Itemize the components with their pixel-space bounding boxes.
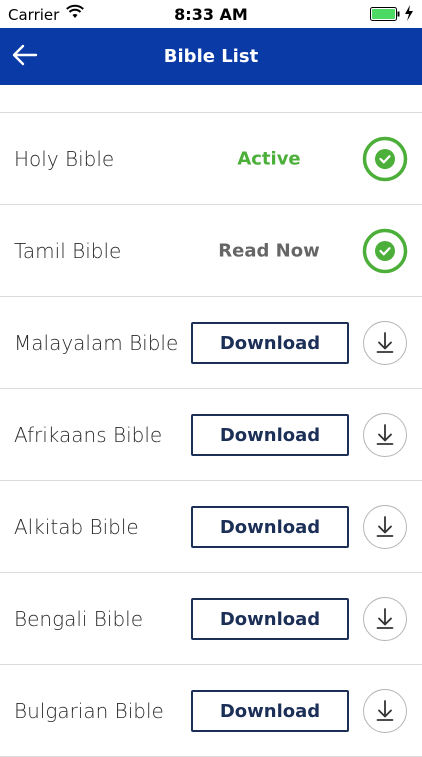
battery-icon [370,7,400,21]
check-circle-icon[interactable] [362,136,408,182]
download-icon[interactable] [362,596,408,642]
list-item[interactable]: Alkitab Bible Download [0,481,422,573]
read-now-button[interactable]: Read Now [190,240,348,261]
list-item[interactable]: Malayalam Bible Download [0,297,422,389]
bible-name: Afrikaans Bible [14,422,163,447]
bible-name: Alkitab Bible [14,514,139,539]
bible-name: Bulgarian Bible [14,698,164,723]
download-button[interactable]: Download [191,598,349,640]
bible-name: Holy Bible [14,146,115,171]
download-icon[interactable] [362,412,408,458]
list-item[interactable]: Holy Bible Active [0,112,422,205]
list-item[interactable]: Afrikaans Bible Download [0,389,422,481]
active-label: Active [237,148,301,169]
bible-name: Malayalam Bible [14,330,179,355]
bible-list: Holy Bible Active Tamil Bible Read Now Malay… [0,112,422,757]
status-bar: Carrier 8:33 AM [0,0,422,28]
list-item[interactable]: Bulgarian Bible Download [0,665,422,757]
bible-name: Bengali Bible [14,606,144,631]
page-title: Bible List [163,46,259,67]
download-icon[interactable] [362,504,408,550]
charging-bolt-icon [405,5,413,21]
bible-name: Tamil Bible [14,238,122,263]
download-icon[interactable] [362,688,408,734]
download-button[interactable]: Download [191,506,349,548]
nav-bar: Bible List [0,28,422,85]
check-circle-icon[interactable] [362,228,408,274]
clock: 8:33 AM [174,5,248,24]
download-button[interactable]: Download [191,690,349,732]
list-item[interactable]: Tamil Bible Read Now [0,205,422,297]
download-button[interactable]: Download [191,322,349,364]
download-button[interactable]: Download [191,414,349,456]
list-item[interactable]: Bengali Bible Download [0,573,422,665]
download-icon[interactable] [362,320,408,366]
